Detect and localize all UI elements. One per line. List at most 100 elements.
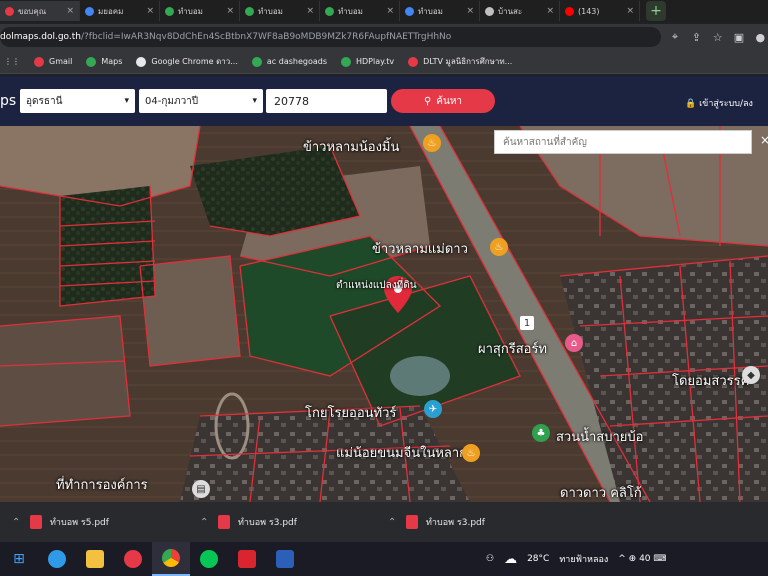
food-poi-icon[interactable]: ♨ (462, 444, 480, 462)
parcel-number-input[interactable]: 20778 (266, 89, 387, 113)
tab-title: (143) (578, 6, 600, 16)
satellite-map[interactable]: ข้าวหลามน้องมิ้น ข้าวหลามแม่ดาว ตำแหน่งแ… (0, 126, 768, 502)
province-select[interactable]: อุดรธานี ▾ (20, 89, 135, 113)
browser-tab[interactable]: ทำบอม × (160, 1, 240, 21)
weather-temp[interactable]: 28°C (527, 554, 549, 564)
bookmark-item[interactable]: Maps (86, 56, 123, 67)
close-tab-icon[interactable]: × (146, 6, 154, 16)
road-sign-icon: 1 (520, 316, 534, 330)
profile-icon[interactable]: ● (753, 29, 768, 45)
district-value: 04-กุมภวาปี (145, 95, 199, 107)
url-field[interactable]: dolmaps.dol.go.th /?fbclid=IwAR3Nqv8DdCh… (0, 27, 662, 47)
bookmark-item[interactable]: DLTV มูลนิธิการศึกษาท... (408, 55, 512, 68)
close-icon[interactable]: × (760, 133, 768, 147)
taskbar-line[interactable] (190, 542, 228, 576)
weather-desc[interactable]: ทายฟ้าหลอง (559, 552, 608, 566)
close-tab-icon[interactable]: × (226, 6, 234, 16)
tab-title: ทำบอม (178, 6, 203, 16)
download-filename: ทำบอพ ร5.pdf (50, 518, 109, 528)
browser-tab[interactable]: ขอบคุณ × (0, 1, 80, 21)
place-poi-icon[interactable]: ◆ (742, 366, 760, 384)
chevron-down-icon: ▾ (252, 96, 257, 106)
map-label: ดาวดาว คลิโก้ (560, 486, 642, 501)
close-tab-icon[interactable]: × (386, 6, 394, 16)
resort-poi-icon[interactable]: ⌂ (565, 334, 583, 352)
extension-icon[interactable]: ▣ (731, 29, 746, 45)
bookmark-label: Maps (101, 57, 123, 66)
chevron-up-icon[interactable]: ⌃ (388, 517, 396, 528)
taskbar-acrobat[interactable] (228, 542, 266, 576)
bookmark-favicon-icon (34, 56, 44, 67)
search-button[interactable]: ⚲ ค้นหา (391, 89, 495, 113)
office-poi-icon[interactable]: ▤ (192, 480, 210, 498)
bookmark-item[interactable]: Gmail (34, 56, 72, 67)
bookmark-item[interactable]: HDPlay.tv (341, 56, 394, 67)
chrome-icon (162, 549, 180, 567)
login-link[interactable]: 🔒 เข้าสู่ระบบ/ลง (685, 96, 753, 110)
poi-search-input[interactable]: ค้นหาสถานที่สำคัญ (494, 130, 752, 154)
browser-tab[interactable]: ทำบอม × (400, 1, 480, 21)
taskbar-edge[interactable] (38, 542, 76, 576)
weather-icon[interactable]: ☁ (504, 552, 517, 567)
google-drive-icon (85, 6, 94, 16)
download-item[interactable]: ⌃ ทำบอพ ร3.pdf (188, 502, 376, 542)
food-poi-icon[interactable]: ♨ (490, 238, 508, 256)
close-tab-icon[interactable]: × (66, 6, 74, 16)
district-select[interactable]: 04-กุมภวาปี ▾ (139, 89, 263, 113)
windows-icon: ⊞ (13, 551, 25, 567)
green-circle-icon (245, 6, 254, 16)
tour-poi-icon[interactable]: ✈ (424, 400, 442, 418)
close-tab-icon[interactable]: × (546, 6, 554, 16)
location-icon[interactable]: ⌖ (667, 29, 682, 45)
tray-icons[interactable]: ^ ⊕ 40 ⌨ (618, 554, 666, 564)
taskbar-opera[interactable] (114, 542, 152, 576)
start-button[interactable]: ⊞ (0, 542, 38, 576)
taskbar-word[interactable] (266, 542, 304, 576)
bookmark-favicon-icon (251, 56, 262, 67)
url-host: dolmaps.dol.go.th (0, 32, 81, 42)
tab-title: ทำบอม (258, 6, 283, 16)
pdf-file-icon (218, 515, 230, 529)
taskbar-explorer[interactable] (76, 542, 114, 576)
chevron-up-icon[interactable]: ⌃ (12, 517, 20, 528)
url-path: /?fbclid=IwAR3Nqv8DdChEn4ScBtbnX7WF8aB9o… (81, 32, 452, 42)
pdf-file-icon (406, 515, 418, 529)
apps-grid-icon[interactable]: ⋮⋮ (4, 57, 20, 66)
park-poi-icon[interactable]: ♣ (532, 424, 550, 442)
browser-tab[interactable]: (143) × (560, 1, 640, 21)
map-label: ผาสุกรีสอร์ท (478, 342, 547, 357)
taskbar-chrome[interactable] (152, 542, 190, 576)
lock-icon: 🔒 (685, 99, 697, 109)
chevron-up-icon[interactable]: ⌃ (200, 517, 208, 528)
bookmark-item[interactable]: ac dashegoads (251, 56, 327, 67)
close-tab-icon[interactable]: × (626, 6, 634, 16)
tab-title: ขอบคุณ (18, 6, 47, 16)
login-label: เข้าสู่ระบบ/ลง (699, 99, 753, 109)
browser-tab[interactable]: บ้านสะ × (480, 1, 560, 21)
bookmark-label: Google Chrome ดาว... (151, 57, 238, 66)
download-item[interactable]: ⌃ ทำบอพ ร5.pdf (0, 502, 188, 542)
tab-title: ทำบอม (338, 6, 363, 16)
map-label: ที่ทำการองค์การ (56, 478, 148, 493)
map-label: ข้าวหลามน้องมิ้น (303, 140, 400, 155)
edge-icon (48, 550, 66, 568)
people-icon[interactable]: ⚇ (486, 554, 494, 564)
close-tab-icon[interactable]: × (466, 6, 474, 16)
location-pin-icon (5, 6, 14, 16)
pdf-file-icon (30, 515, 42, 529)
globe-icon (485, 6, 494, 16)
close-tab-icon[interactable]: × (306, 6, 314, 16)
food-poi-icon[interactable]: ♨ (423, 134, 441, 152)
bookmark-label: DLTV มูลนิธิการศึกษาท... (423, 57, 513, 66)
browser-tab[interactable]: มยอคม × (80, 1, 160, 21)
parcel-position-label: ตำแหน่งแปลงที่ดิน (336, 280, 417, 291)
app-header: ps อุดรธานี ▾ 04-กุมภวาปี ▾ 20778 ⚲ ค้นห… (0, 76, 768, 126)
bookmark-star-icon[interactable]: ☆ (710, 29, 725, 45)
browser-tab[interactable]: ทำบอม × (320, 1, 400, 21)
download-item[interactable]: ⌃ ทำบอพ ร3.pdf (376, 502, 564, 542)
browser-tab[interactable]: ทำบอม × (240, 1, 320, 21)
share-icon[interactable]: ⇪ (689, 29, 704, 45)
brand-logo: ps (0, 93, 17, 109)
new-tab-button[interactable]: + (646, 1, 666, 21)
bookmark-item[interactable]: Google Chrome ดาว... (136, 55, 238, 68)
